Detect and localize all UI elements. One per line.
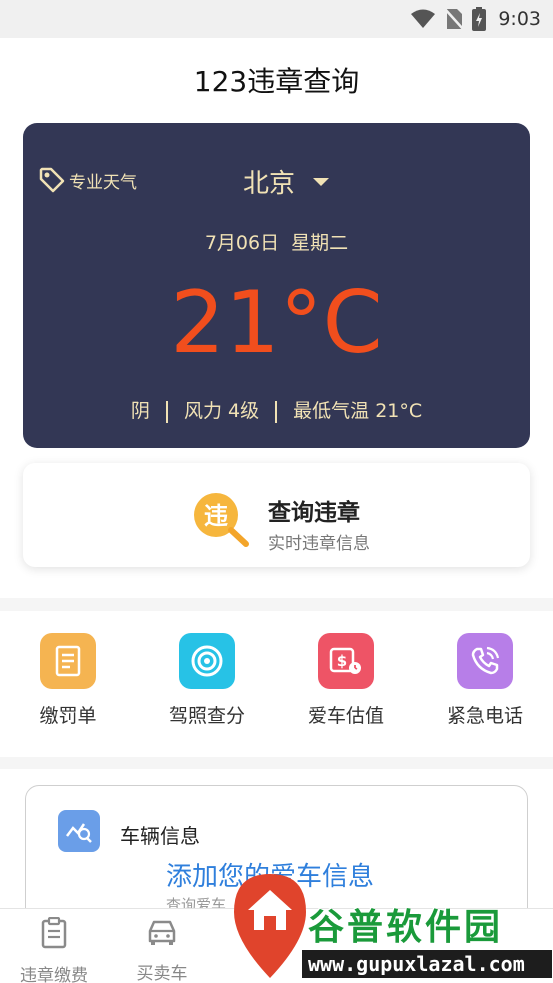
weather-condition: 阴	[130, 400, 150, 422]
tool-label: 紧急电话	[446, 705, 523, 727]
tool-car-valuation[interactable]: $ 爱车估值	[296, 633, 396, 728]
clipboard-icon	[41, 916, 67, 949]
phone-icon	[457, 633, 513, 689]
home-pin-icon	[234, 874, 306, 978]
status-icons: 9:03	[410, 6, 541, 32]
low-temperature: 最低气温 21°C	[293, 400, 423, 422]
tool-emergency-call[interactable]: 紧急电话	[435, 633, 535, 728]
target-icon	[179, 633, 235, 689]
violation-glyph: 违	[204, 502, 228, 530]
page-title: 123违章查询	[193, 65, 360, 98]
price-tag-icon: $	[318, 633, 374, 689]
chevron-down-icon	[313, 177, 330, 186]
svg-text:$: $	[337, 652, 347, 670]
tool-license-points[interactable]: 驾照查分	[157, 633, 257, 728]
date-text: 7月06日	[204, 232, 280, 254]
tag-icon	[39, 167, 65, 193]
wifi-icon	[411, 9, 436, 28]
divider	[165, 400, 168, 423]
wind-level: 风力 4级	[183, 400, 260, 422]
query-violation-button[interactable]: 违 查询违章 实时违章信息	[23, 463, 530, 567]
tool-label: 爱车估值	[307, 705, 384, 727]
watermark: 谷普软件园 www.gupuxlazal.com	[230, 870, 553, 983]
city-name: 北京	[243, 169, 296, 199]
nav-label: 违章缴费	[20, 966, 88, 983]
weather-details: 阴 风力 4级 最低气温 21°C	[23, 396, 530, 423]
tool-label: 缴罚单	[39, 705, 97, 727]
watermark-brand: 谷普软件园	[308, 907, 504, 948]
weather-tag: 专业天气	[39, 167, 137, 193]
violation-search-icon: 违	[194, 493, 249, 547]
no-sim-icon	[444, 8, 465, 30]
tool-grid: 缴罚单 驾照查分 $ 爱车估值 紧急电话	[0, 611, 553, 757]
tool-label: 驾照查分	[168, 705, 245, 727]
car-icon	[148, 920, 176, 945]
city-selector[interactable]: 北京	[243, 163, 330, 200]
query-subtitle: 实时违章信息	[268, 534, 370, 554]
query-title: 查询违章	[268, 500, 360, 526]
nav-item-violation-payment[interactable]: 违章缴费	[4, 916, 104, 983]
divider	[275, 400, 278, 423]
weekday-text: 星期二	[291, 232, 349, 254]
status-bar: 9:03	[0, 0, 553, 38]
watermark-url: www.gupuxlazal.com	[302, 950, 552, 978]
vehicle-title: 车辆信息	[120, 824, 200, 848]
weather-card[interactable]: 专业天气 北京 7月06日 星期二 21°C 阴 风力 4级 最低气温 21°C	[23, 123, 530, 448]
tool-pay-fine[interactable]: 缴罚单	[18, 633, 118, 728]
status-time: 9:03	[498, 8, 541, 30]
main-content: 123违章查询 专业天气 北京 7月06日 星期二 21°C 阴 风力 4级 最…	[0, 38, 553, 598]
receipt-icon	[40, 633, 96, 689]
battery-charging-icon	[472, 7, 487, 31]
chart-search-icon	[58, 810, 100, 852]
weather-date: 7月06日 星期二	[23, 228, 530, 255]
nav-label: 买卖车	[136, 964, 188, 983]
nav-item-buy-sell-car[interactable]: 买卖车	[112, 917, 212, 983]
weather-tag-label: 专业天气	[69, 172, 137, 193]
temperature: 21°C	[170, 273, 383, 373]
